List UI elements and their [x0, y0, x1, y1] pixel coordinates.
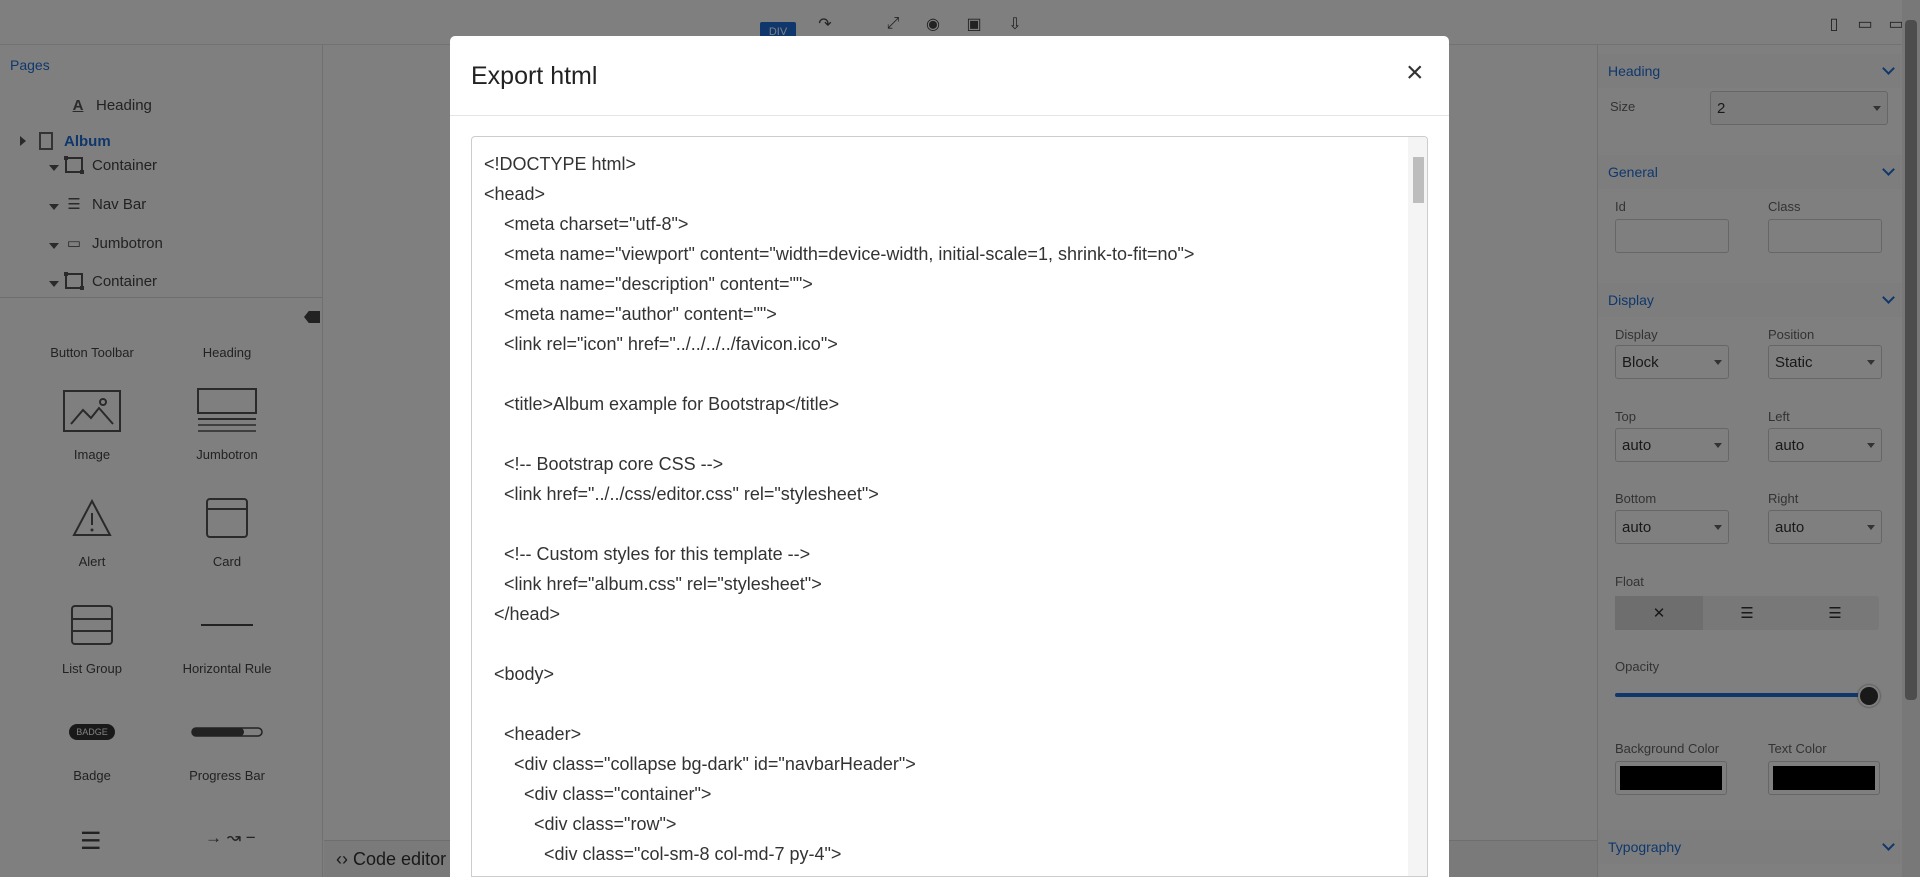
modal-header: Export html ×	[450, 36, 1449, 116]
code-line: <meta charset="utf-8">	[484, 214, 689, 234]
code-scrollbar[interactable]	[1408, 137, 1427, 876]
modal-title: Export html	[471, 62, 598, 90]
code-line: </head>	[484, 604, 561, 624]
code-line: <header>	[484, 724, 582, 744]
code-line: <h4 class="text-white">About</h4>	[484, 869, 1194, 876]
code-line: <link rel="icon" href="../../../../favic…	[484, 334, 838, 354]
code-content: <!DOCTYPE html> <head> <meta charset="utf…	[484, 149, 1195, 876]
code-line: <!-- Bootstrap core CSS -->	[484, 454, 724, 474]
code-line: <meta name="viewport" content="width=dev…	[484, 244, 1195, 264]
export-html-modal: Export html × <!DOCTYPE html> <head> <met…	[450, 36, 1449, 877]
app-root: DIV ↷ ⤢ ◉ ▣ ⇩ ▯ ▭ ▭ Pages A Heading Albu…	[0, 0, 1920, 877]
close-icon[interactable]: ×	[1406, 58, 1424, 88]
code-line: <meta name="author" content="">	[484, 304, 777, 324]
code-line: <head>	[484, 184, 546, 204]
code-line: <div class="collapse bg-dark" id="navbar…	[484, 754, 916, 774]
code-line: <link href="../../css/editor.css" rel="s…	[484, 484, 879, 504]
code-line: <!-- Custom styles for this template -->	[484, 544, 811, 564]
code-line: <!DOCTYPE html>	[484, 154, 637, 174]
code-line: <div class="col-sm-8 col-md-7 py-4">	[484, 844, 842, 864]
code-line: <title>Album example for Bootstrap</titl…	[484, 394, 840, 414]
code-line: <link href="album.css" rel="stylesheet">	[484, 574, 822, 594]
code-scrollbar-thumb[interactable]	[1413, 157, 1424, 203]
code-line: <meta name="description" content="">	[484, 274, 813, 294]
code-textarea[interactable]: <!DOCTYPE html> <head> <meta charset="utf…	[471, 136, 1428, 877]
code-line: <div class="container">	[484, 784, 712, 804]
code-line: <div class="row">	[484, 814, 677, 834]
code-line: <body>	[484, 664, 555, 684]
